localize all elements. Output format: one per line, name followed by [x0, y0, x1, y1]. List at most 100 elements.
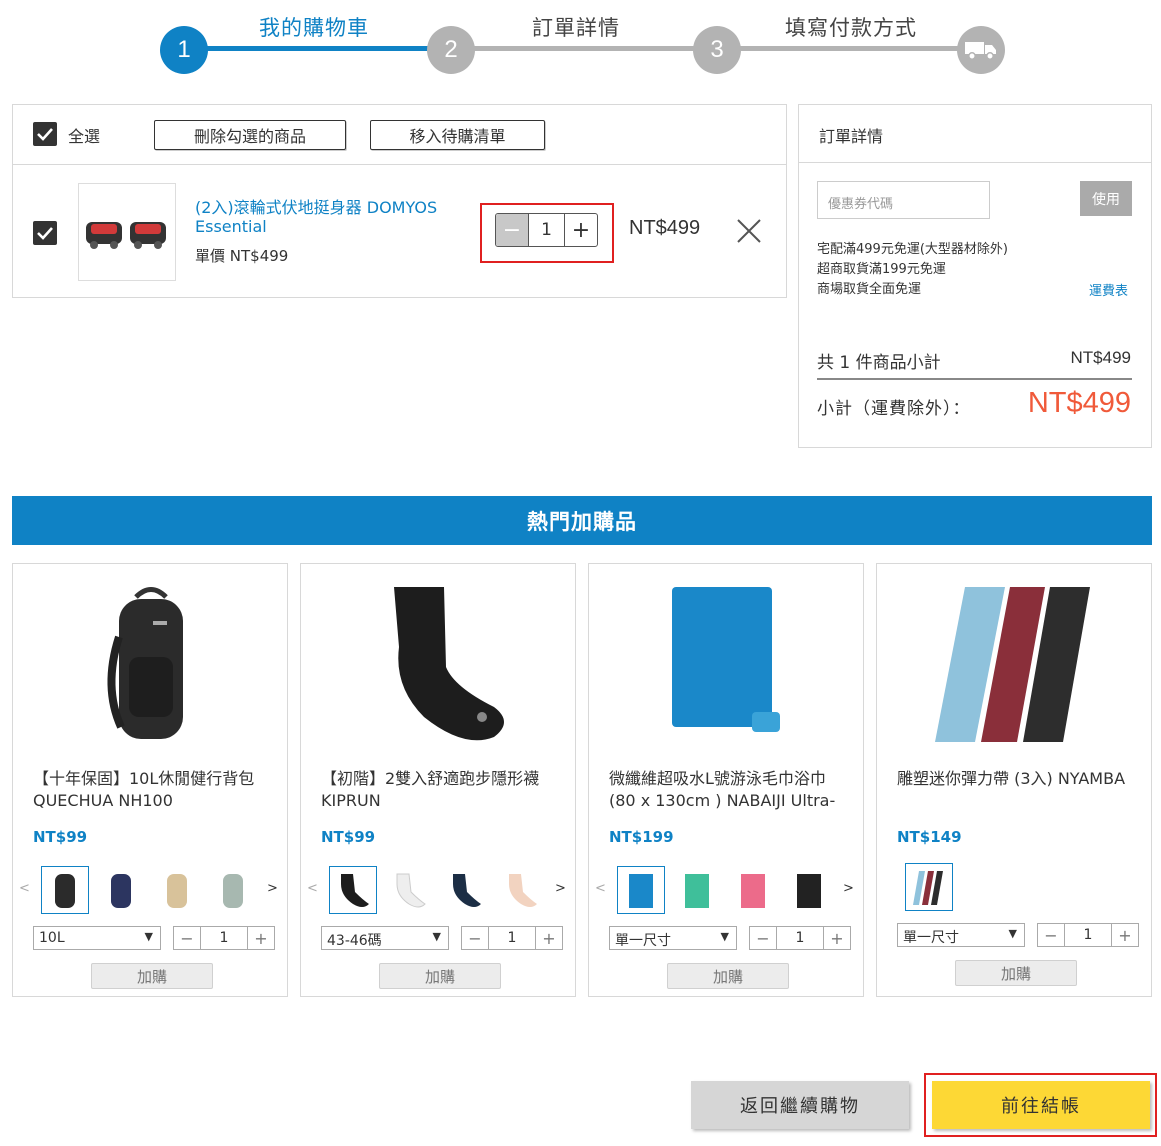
shipping-note-home: 宅配滿499元免運(大型器材除外)	[817, 242, 1008, 257]
items-subtotal-value: NT$499	[1070, 348, 1131, 367]
chevron-down-icon: ▼	[720, 930, 729, 943]
towel-image[interactable]	[619, 572, 835, 752]
checkout-stepper: 我的購物車 訂單詳情 填寫付款方式 1 2 3	[0, 0, 1161, 100]
product-card-socks: 【初階】2雙入舒適跑步隱形襪 KIPRUN NT$99 < > 43-46碼 ▼ …	[300, 563, 576, 997]
quantity-stepper: − 1 +	[173, 926, 275, 950]
quantity-value[interactable]: 1	[528, 214, 565, 246]
swatch-navy[interactable]	[441, 866, 489, 914]
product-price: NT$149	[897, 828, 962, 846]
quantity-stepper: − 1 +	[461, 926, 563, 950]
option-select[interactable]: 單一尺寸 ▼	[897, 923, 1025, 947]
carousel-prev-icon[interactable]: <	[595, 881, 606, 896]
backpack-image[interactable]	[43, 572, 259, 752]
add-to-cart-button[interactable]: 加購	[379, 963, 501, 989]
order-summary-panel: 訂單詳情 優惠券代碼 使用 宅配滿499元免運(大型器材除外) 超商取貨滿199…	[798, 104, 1152, 448]
cart-header: 全選 刪除勾選的商品 移入待購清單	[13, 105, 786, 165]
carousel-prev-icon[interactable]: <	[19, 881, 30, 896]
item-name-link[interactable]: (2入)滾輪式伏地挺身器 DOMYOS Essential	[195, 198, 457, 236]
swatch-peach[interactable]	[497, 866, 545, 914]
item-unit-price: 單價 NT$499	[195, 247, 289, 265]
remove-item-icon[interactable]	[735, 217, 763, 245]
product-card-towel: 微纖維超吸水L號游泳毛巾浴巾 (80 x 130cm ) NABAIJI Ult…	[588, 563, 864, 997]
quantity-value[interactable]: 1	[488, 927, 536, 949]
checkout-button[interactable]: 前往結帳	[932, 1081, 1150, 1129]
swatch-black[interactable]	[785, 866, 833, 914]
chevron-down-icon: ▼	[1008, 927, 1017, 940]
shipping-table-link[interactable]: 運費表	[1089, 280, 1128, 299]
decrease-quantity-button[interactable]: −	[462, 927, 488, 949]
carousel-next-icon[interactable]: >	[843, 881, 854, 896]
step-2-circle: 2	[427, 26, 475, 74]
option-select[interactable]: 單一尺寸 ▼	[609, 926, 737, 950]
product-name[interactable]: 微纖維超吸水L號游泳毛巾浴巾 (80 x 130cm ) NABAIJI Ult…	[609, 768, 849, 816]
increase-quantity-button[interactable]: +	[536, 927, 562, 949]
add-to-cart-button[interactable]: 加購	[667, 963, 789, 989]
continue-shopping-button[interactable]: 返回繼續購物	[691, 1081, 909, 1129]
step-3-circle: 3	[693, 26, 741, 74]
option-select[interactable]: 43-46碼 ▼	[321, 926, 449, 950]
product-price: NT$99	[321, 828, 376, 846]
step-1-label: 我的購物車	[259, 16, 369, 40]
swatch-white[interactable]	[385, 866, 433, 914]
socks-image[interactable]	[331, 572, 547, 752]
option-value: 單一尺寸	[615, 933, 671, 949]
option-value: 10L	[39, 930, 65, 946]
bands-image[interactable]	[907, 572, 1123, 752]
move-to-wishlist-button[interactable]: 移入待購清單	[370, 120, 545, 150]
carousel-next-icon[interactable]: >	[555, 881, 566, 896]
quantity-stepper: − 1 +	[1037, 923, 1139, 947]
quantity-value[interactable]: 1	[776, 927, 824, 949]
swatch-green[interactable]	[673, 866, 721, 914]
subtotal-value: NT$499	[1027, 387, 1131, 419]
add-to-cart-button[interactable]: 加購	[955, 960, 1077, 986]
option-value: 43-46碼	[327, 933, 382, 949]
select-all-checkbox[interactable]	[33, 122, 57, 146]
increase-quantity-button[interactable]: +	[824, 927, 850, 949]
swatch-carousel	[881, 863, 1149, 916]
swatch-blue[interactable]	[617, 866, 665, 914]
step-3-label: 填寫付款方式	[785, 16, 917, 40]
increase-quantity-button[interactable]: +	[248, 927, 274, 949]
product-name[interactable]: 雕塑迷你彈力帶 (3入) NYAMBA	[897, 768, 1137, 816]
subtotal-label: 小計（運費除外）：	[817, 399, 971, 419]
cart-item: (2入)滾輪式伏地挺身器 DOMYOS Essential 單價 NT$499 …	[13, 165, 786, 298]
step-line-2	[474, 46, 696, 51]
option-select[interactable]: 10L ▼	[33, 926, 161, 950]
decrease-quantity-button[interactable]: −	[174, 927, 200, 949]
decrease-quantity-button[interactable]: −	[750, 927, 776, 949]
apply-coupon-button[interactable]: 使用	[1080, 181, 1132, 216]
swatch-sage[interactable]	[209, 866, 257, 914]
carousel-prev-icon[interactable]: <	[307, 881, 318, 896]
carousel-next-icon[interactable]: >	[267, 881, 278, 896]
decrease-quantity-button[interactable]: −	[496, 214, 528, 246]
delete-selected-button[interactable]: 刪除勾選的商品	[154, 120, 346, 150]
increase-quantity-button[interactable]: +	[1112, 924, 1138, 946]
add-to-cart-button[interactable]: 加購	[91, 963, 213, 989]
product-name[interactable]: 【初階】2雙入舒適跑步隱形襪 KIPRUN	[321, 768, 561, 816]
shipping-note-pickup: 商場取貨全面免運	[817, 282, 922, 297]
summary-divider	[817, 378, 1132, 380]
swatch-carousel: < >	[305, 864, 573, 916]
swatch-black[interactable]	[41, 866, 89, 914]
swatch-navy[interactable]	[97, 866, 145, 914]
swatch-carousel: < >	[593, 864, 861, 916]
product-thumbnail[interactable]	[78, 183, 176, 281]
coupon-input[interactable]: 優惠券代碼	[817, 181, 990, 219]
item-checkbox[interactable]	[33, 221, 57, 245]
product-card-bands: 雕塑迷你彈力帶 (3入) NYAMBA NT$149 單一尺寸 ▼ − 1 + 加…	[876, 563, 1152, 997]
swatch-beige[interactable]	[153, 866, 201, 914]
decrease-quantity-button[interactable]: −	[1038, 924, 1064, 946]
product-name[interactable]: 【十年保固】10L休閒健行背包 QUECHUA NH100	[33, 768, 273, 816]
option-value: 單一尺寸	[903, 930, 959, 946]
checkmark-icon	[37, 128, 53, 141]
swatch-multi[interactable]	[905, 863, 953, 911]
swatch-pink[interactable]	[729, 866, 777, 914]
summary-title: 訂單詳情	[799, 105, 1151, 163]
swatch-black[interactable]	[329, 866, 377, 914]
increase-quantity-button[interactable]: +	[565, 214, 597, 246]
quantity-value[interactable]: 1	[200, 927, 248, 949]
items-subtotal-label: 共 1 件商品小計	[817, 353, 941, 373]
checkmark-icon	[37, 227, 53, 240]
step-line-3	[740, 46, 962, 51]
quantity-value[interactable]: 1	[1064, 924, 1112, 946]
